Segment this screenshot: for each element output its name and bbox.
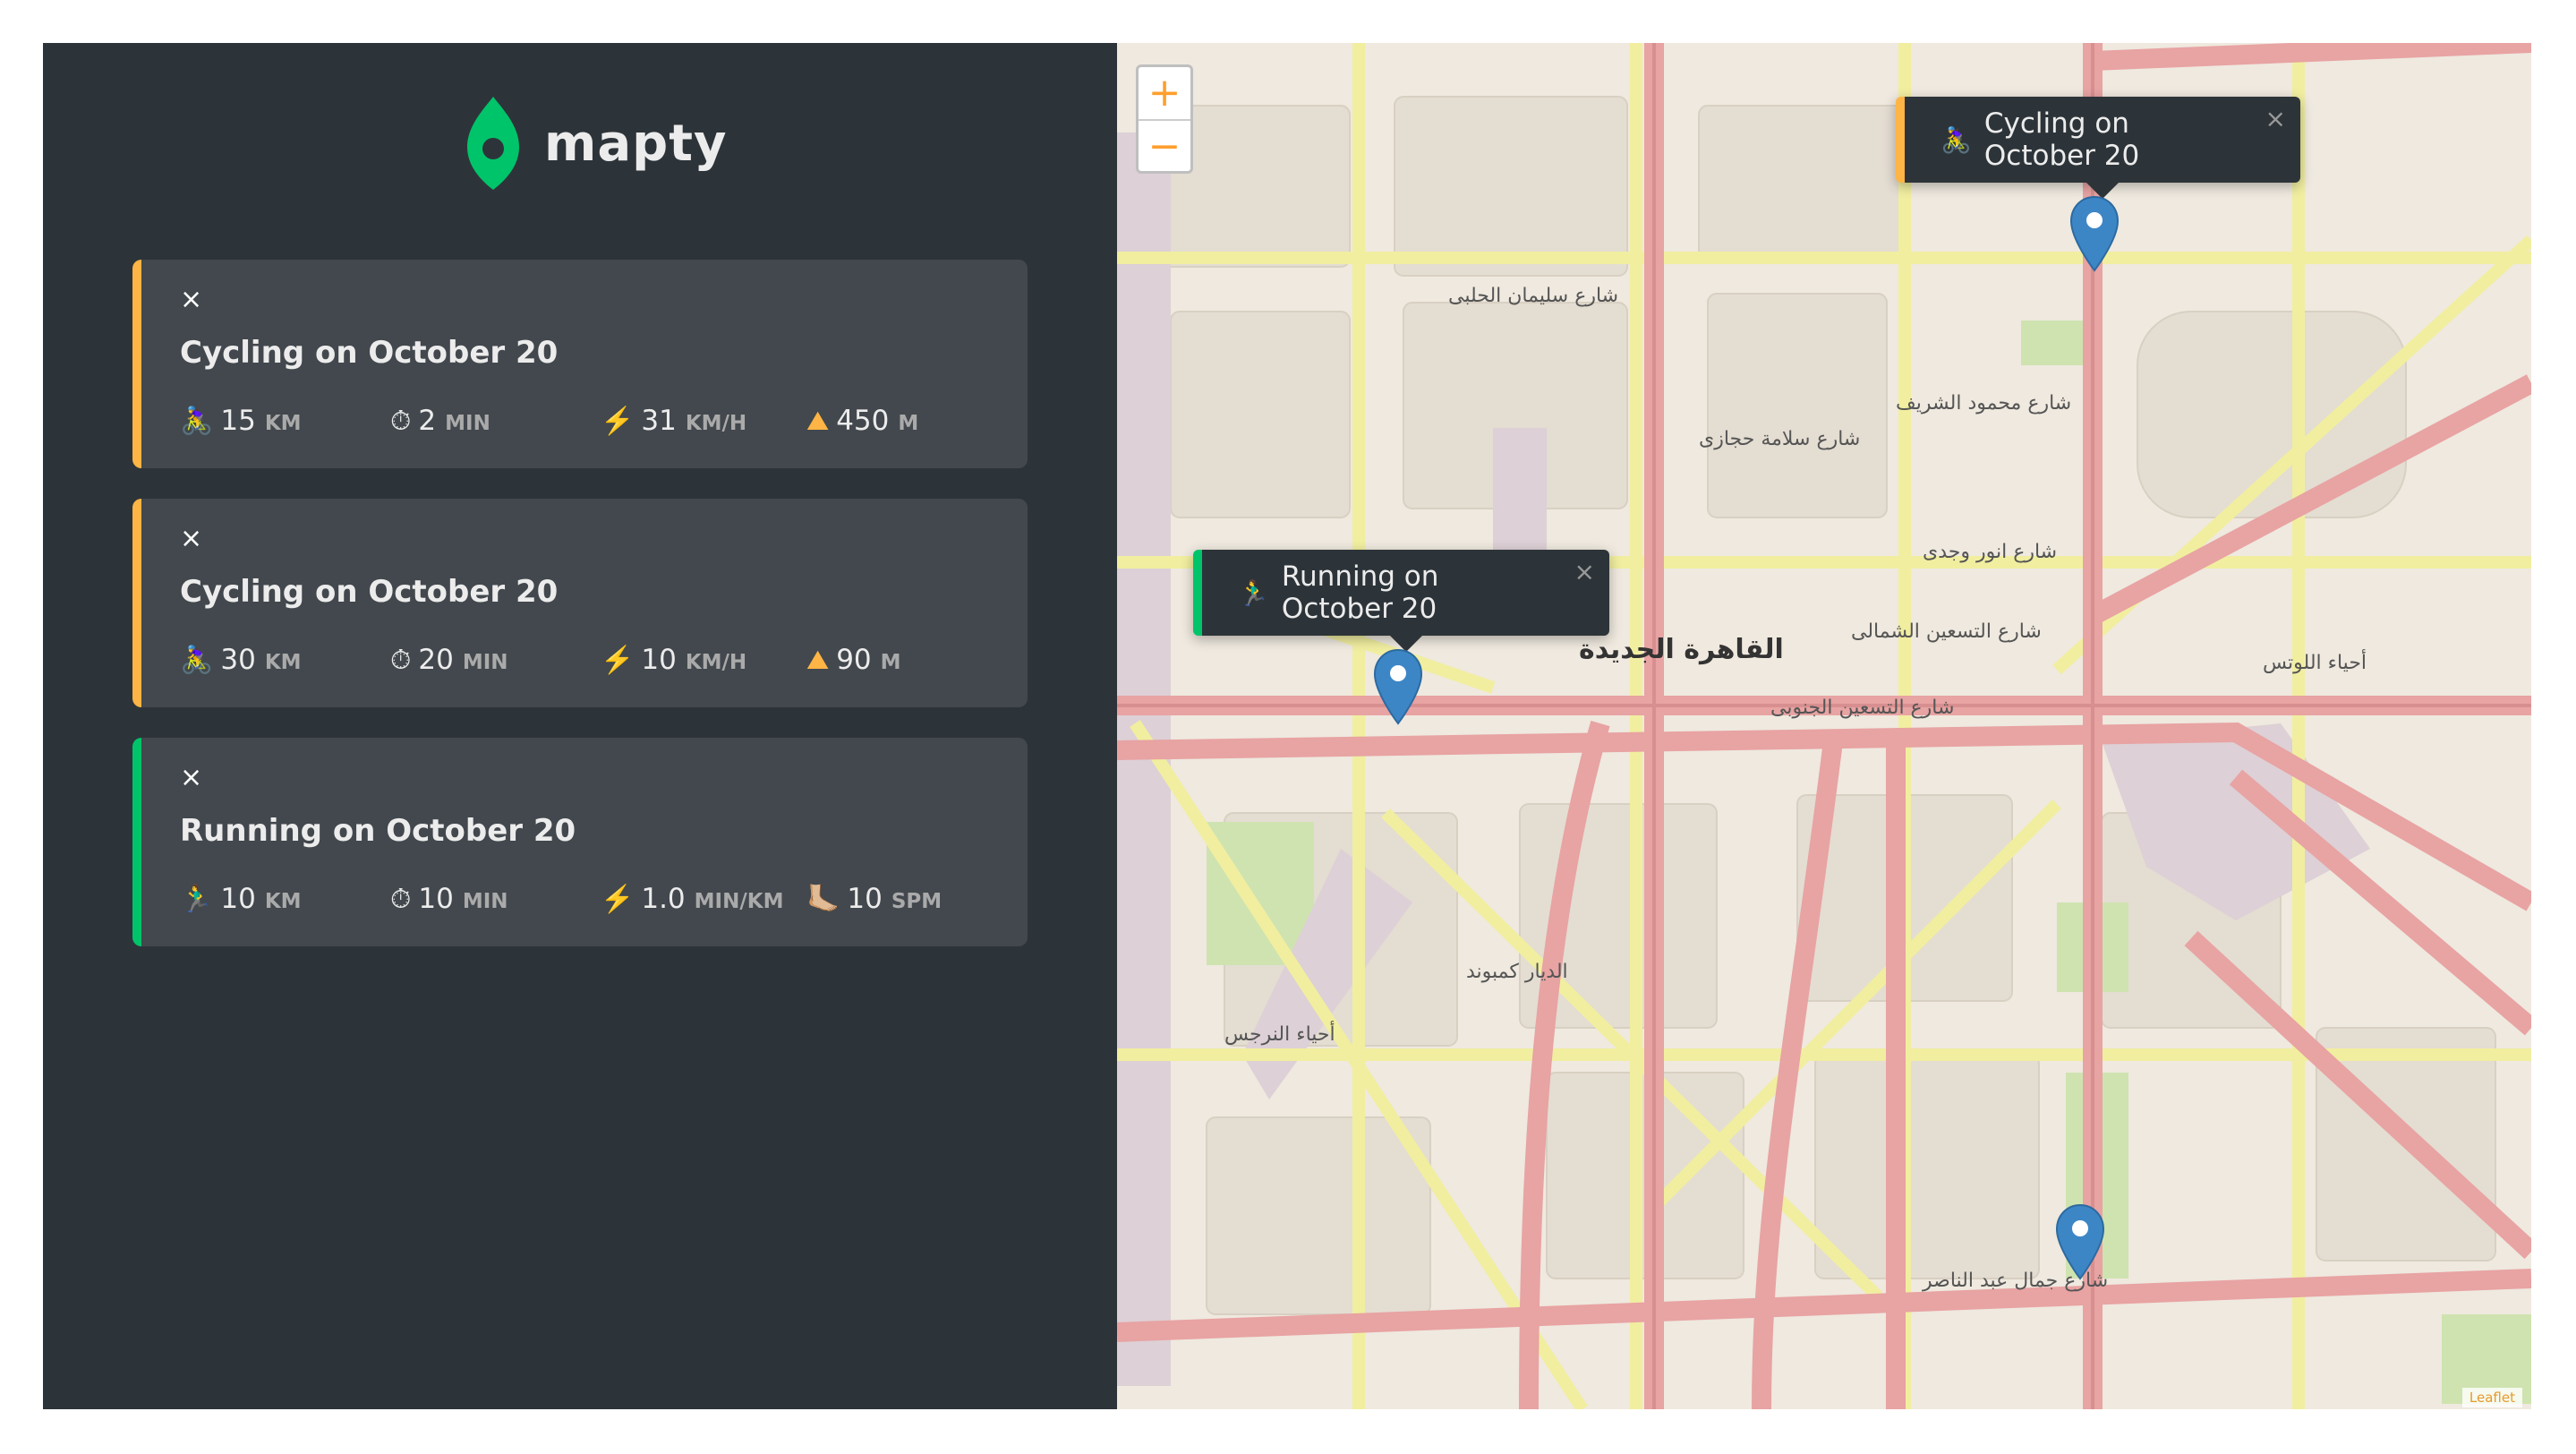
elevation-unit: m [880,651,901,674]
lightning-icon: ⚡️ [601,645,635,676]
footprint-icon: 🦶🏼 [806,884,840,915]
popup-close-button[interactable]: × [2265,104,2286,133]
logo: mapty [464,95,728,192]
map-label-street: شارع التسعين الجنوبى [1770,697,1955,719]
speed-stat: ⚡️ 10 km/h [601,644,806,676]
workout-card[interactable]: × Cycling on October 20 🚴‍♀️ 15 km ⏱ 2 m… [132,260,1028,468]
cadence-value: 10 [847,883,883,915]
workout-stats: 🚴‍♀️ 15 km ⏱ 2 min ⚡️ 31 km/h [180,405,918,437]
cyclist-icon: 🚴‍♀️ [180,406,214,437]
duration-stat: ⏱ 2 min [390,405,601,437]
distance-stat: 🏃‍♂️ 10 km [180,883,390,915]
duration-value: 10 [418,883,454,915]
duration-unit: min [445,412,490,435]
mountain-icon: ⛰ [806,406,830,437]
zoom-in-button[interactable]: + [1139,67,1190,119]
speed-unit: km/h [685,651,747,674]
distance-unit: km [264,651,302,674]
map-marker-icon[interactable] [1373,648,1423,725]
popup-label: Cycling on October 20 [1983,107,2140,172]
distance-value: 30 [220,644,256,676]
speed-value: 31 [641,405,677,437]
map-label-district: أحياء اللوتس [2263,652,2367,674]
popup-label: Running on October 20 [1281,560,1439,625]
map-marker-icon[interactable] [2069,195,2120,272]
pace-unit: min/km [694,890,784,913]
elevation-unit: m [898,412,919,435]
speed-stat: ⚡️ 31 km/h [601,405,806,437]
popup-close-button[interactable]: × [1574,557,1595,586]
lightning-icon: ⚡️ [601,406,635,437]
map-marker-icon[interactable] [2055,1203,2105,1280]
elevation-stat: ⛰ 450 m [806,405,918,437]
cadence-unit: spm [891,890,943,913]
map-label-street: شارع انور وجدى [1923,541,2058,563]
map-tiles[interactable] [1117,43,2531,1409]
clock-icon: ⏱ [390,884,412,915]
workout-stats: 🚴‍♀️ 30 km ⏱ 20 min ⚡️ 10 km/h [180,644,901,676]
sidebar: mapty × Cycling on October 20 🚴‍♀️ 15 km… [43,43,1117,1409]
elevation-value: 90 [836,644,872,676]
elevation-stat: ⛰ 90 m [806,644,901,676]
distance-value: 15 [220,405,256,437]
workout-title: Cycling on October 20 [180,335,559,371]
map-label-street: شارع سلامة حجازى [1699,428,1861,450]
workout-list: × Cycling on October 20 🚴‍♀️ 15 km ⏱ 2 m… [132,260,1028,977]
duration-value: 20 [418,644,454,676]
delete-workout-button[interactable]: × [180,287,202,313]
duration-stat: ⏱ 20 min [390,644,601,676]
duration-stat: ⏱ 10 min [390,883,601,915]
workout-title: Running on October 20 [180,813,576,849]
app-name: mapty [544,114,728,173]
mountain-icon: ⛰ [806,645,830,676]
map-label-city: القاهرة الجديدة [1579,634,1784,665]
duration-unit: min [462,890,508,913]
speed-value: 10 [641,644,677,676]
distance-unit: km [264,412,302,435]
map[interactable]: القاهرة الجديدة شارع التسعين الشمالى شار… [1117,43,2531,1409]
zoom-control: + − [1136,64,1193,174]
duration-value: 2 [418,405,437,437]
map-label-street: شارع سليمان الحلبى [1448,285,1619,307]
map-label-street: شارع محمود الشريف [1896,392,2072,415]
runner-icon: 🏃‍♂️ [180,884,214,915]
workout-card[interactable]: × Running on October 20 🏃‍♂️ 10 km ⏱ 10 … [132,738,1028,946]
distance-value: 10 [220,883,256,915]
duration-unit: min [462,651,508,674]
zoom-out-button[interactable]: − [1139,119,1190,171]
runner-icon: 🏃‍♂️ [1238,577,1269,608]
workout-popup[interactable]: 🏃‍♂️ Running on October 20 × [1193,550,1609,652]
map-attribution[interactable]: Leaflet [2461,1388,2522,1407]
cyclist-icon: 🚴‍♀️ [180,645,214,676]
distance-stat: 🚴‍♀️ 15 km [180,405,390,437]
clock-icon: ⏱ [390,645,412,676]
pace-value: 1.0 [641,883,686,915]
workout-card[interactable]: × Cycling on October 20 🚴‍♀️ 30 km ⏱ 20 … [132,499,1028,707]
workout-stats: 🏃‍♂️ 10 km ⏱ 10 min ⚡️ 1.0 min/km [180,883,942,915]
lightning-icon: ⚡️ [601,884,635,915]
app-container: mapty × Cycling on October 20 🚴‍♀️ 15 km… [43,43,2531,1409]
cadence-stat: 🦶🏼 10 spm [806,883,942,915]
map-label-district: الديار كمبوند [1466,961,1568,983]
workout-popup[interactable]: 🚴‍♀️ Cycling on October 20 × [1896,97,2300,199]
delete-workout-button[interactable]: × [180,765,202,791]
map-label-street: شارع التسعين الشمالى [1851,620,2042,643]
pace-stat: ⚡️ 1.0 min/km [601,883,806,915]
workout-title: Cycling on October 20 [180,574,559,610]
distance-stat: 🚴‍♀️ 30 km [180,644,390,676]
map-pin-logo-icon [467,97,519,190]
elevation-value: 450 [836,405,890,437]
map-label-district: أحياء النرجس [1224,1023,1335,1046]
cyclist-icon: 🚴‍♀️ [1941,124,1972,155]
speed-unit: km/h [685,412,747,435]
delete-workout-button[interactable]: × [180,526,202,552]
distance-unit: km [264,890,302,913]
clock-icon: ⏱ [390,406,412,437]
